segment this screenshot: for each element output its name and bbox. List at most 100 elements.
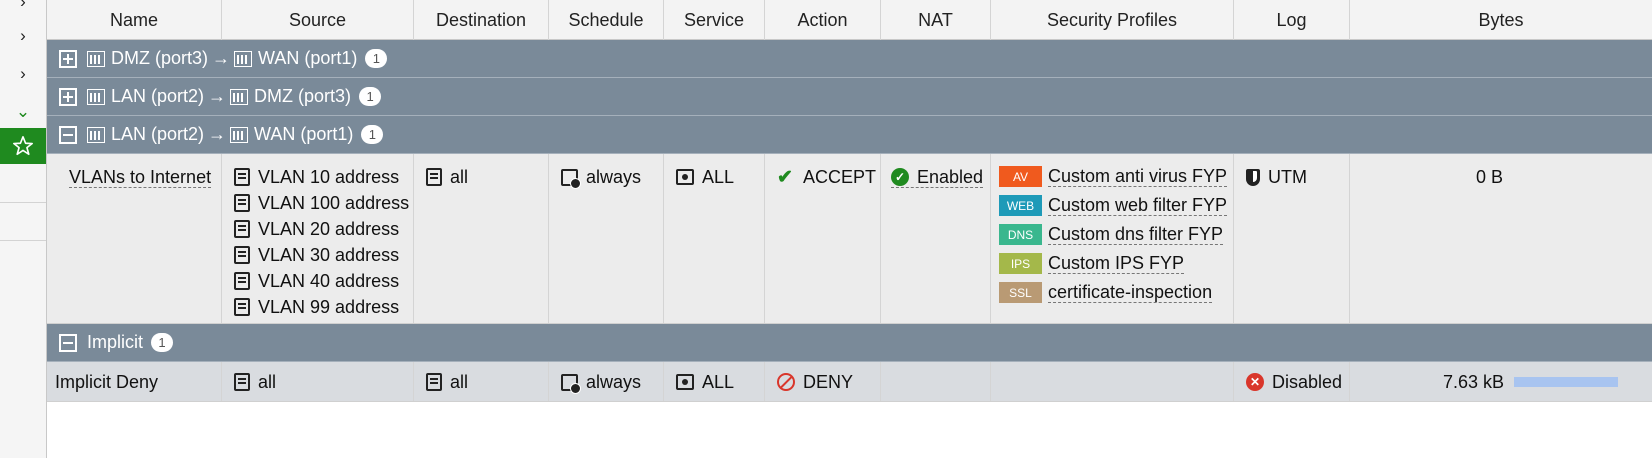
arrow-icon: → [208,124,227,144]
chevron-right-icon[interactable]: › [0,22,46,50]
bytes-cell: 0 B [1350,154,1652,323]
interface-icon [230,126,249,143]
count-badge: 1 [359,87,382,106]
schedule-icon [561,168,581,189]
destination-address[interactable]: all [426,164,548,190]
source-address[interactable]: VLAN 20 address [234,216,413,242]
chevron-down-icon[interactable]: ⌄ [0,98,46,126]
address-icon [234,194,250,212]
interface-icon [87,126,105,143]
source-address[interactable]: VLAN 40 address [234,268,413,294]
column-header-name[interactable]: Name [47,0,222,40]
interface-pair-group[interactable]: LAN (port2) → WAN (port1) 1 [47,116,1652,154]
schedule-cell: always [549,362,664,401]
dns-filter-badge: DNS [999,224,1042,245]
policy-name[interactable]: VLANs to Internet [69,167,212,188]
schedule-cell: always [549,154,664,323]
left-nav-strip: › › › ⌄ [0,0,47,458]
security-profiles-cell [991,362,1234,401]
source-cell: all [222,362,414,401]
service-cell: ALL [664,362,765,401]
deny-icon [777,373,795,391]
star-icon[interactable] [0,128,46,164]
check-circle-icon: ✓ [891,167,909,186]
interface-pair-group[interactable]: DMZ (port3) → WAN (port1) 1 [47,40,1652,78]
column-header-service[interactable]: Service [664,0,765,40]
log-value: Disabled [1272,371,1343,392]
action-value: ACCEPT [803,166,877,187]
address-icon [234,298,250,316]
implicit-deny-row[interactable]: Implicit Deny all all always ALL DENY ✕ D… [47,362,1652,402]
security-profile[interactable]: IPS Custom IPS FYP [999,249,1233,278]
checkmark-icon: ✔ [777,166,793,188]
column-header-bytes[interactable]: Bytes [1350,0,1652,40]
destination-interface: WAN (port1) [258,48,358,68]
table-header: Name Source Destination Schedule Service… [47,0,1652,40]
source-address[interactable]: VLAN 30 address [234,242,413,268]
implicit-group[interactable]: Implicit 1 [47,324,1652,362]
source-address[interactable]: VLAN 99 address [234,294,413,320]
source-address[interactable]: all [234,369,413,395]
log-value: UTM [1268,166,1307,187]
bytes-usage-bar [1514,377,1619,387]
source-cell: VLAN 10 address VLAN 100 address VLAN 20… [222,154,414,323]
schedule-value[interactable]: always [561,164,663,190]
address-icon [426,373,442,391]
interface-pair-group[interactable]: LAN (port2) → DMZ (port3) 1 [47,78,1652,116]
security-profile[interactable]: AV Custom anti virus FYP [999,162,1233,191]
ips-badge: IPS [999,253,1042,274]
expand-icon[interactable] [59,87,77,106]
destination-interface: DMZ (port3) [254,86,352,106]
collapse-icon[interactable] [59,125,77,144]
interface-icon [230,88,249,105]
policy-row[interactable]: VLANs to Internet VLAN 10 address VLAN 1… [47,154,1652,324]
ssl-inspection-badge: SSL [999,282,1042,303]
column-header-destination[interactable]: Destination [414,0,549,40]
security-profile[interactable]: SSL certificate-inspection [999,278,1233,307]
service-icon [676,374,694,390]
antivirus-badge: AV [999,166,1042,187]
interface-icon [87,88,105,105]
source-address[interactable]: VLAN 100 address [234,190,413,216]
arrow-icon: → [212,48,231,68]
destination-cell: all [414,362,549,401]
address-icon [234,272,250,290]
column-header-source[interactable]: Source [222,0,414,40]
log-cell: UTM [1234,154,1350,323]
arrow-icon: → [208,86,227,106]
schedule-icon [561,373,581,394]
column-header-nat[interactable]: NAT [881,0,991,40]
source-interface: DMZ (port3) [111,48,209,68]
address-icon [234,220,250,238]
address-icon [234,246,250,264]
chevron-right-icon[interactable]: › [0,0,46,12]
star-icon [13,136,33,156]
action-cell: DENY [765,362,881,401]
column-header-log[interactable]: Log [1234,0,1350,40]
service-value[interactable]: ALL [676,369,764,395]
expand-icon[interactable] [59,49,77,68]
column-header-security-profiles[interactable]: Security Profiles [991,0,1234,40]
bytes-value: 7.63 kB [1443,371,1505,392]
count-badge: 1 [361,125,384,144]
column-header-schedule[interactable]: Schedule [549,0,664,40]
security-profile[interactable]: WEB Custom web filter FYP [999,191,1233,220]
service-cell: ALL [664,154,765,323]
address-icon [234,373,250,391]
chevron-right-icon[interactable]: › [0,60,46,88]
security-profile[interactable]: DNS Custom dns filter FYP [999,220,1233,249]
service-value[interactable]: ALL [676,164,764,190]
column-header-action[interactable]: Action [765,0,881,40]
schedule-value[interactable]: always [561,369,663,395]
nat-cell [881,362,991,401]
destination-cell: all [414,154,549,323]
action-value: DENY [803,371,854,392]
nat-status[interactable]: ✓ Enabled [891,167,984,188]
collapse-icon[interactable] [59,333,77,352]
divider [0,240,46,241]
implicit-group-label: Implicit [87,332,144,352]
divider [0,202,46,203]
security-profiles-cell: AV Custom anti virus FYP WEB Custom web fi… [991,154,1234,323]
destination-address[interactable]: all [426,369,548,395]
source-address[interactable]: VLAN 10 address [234,164,413,190]
